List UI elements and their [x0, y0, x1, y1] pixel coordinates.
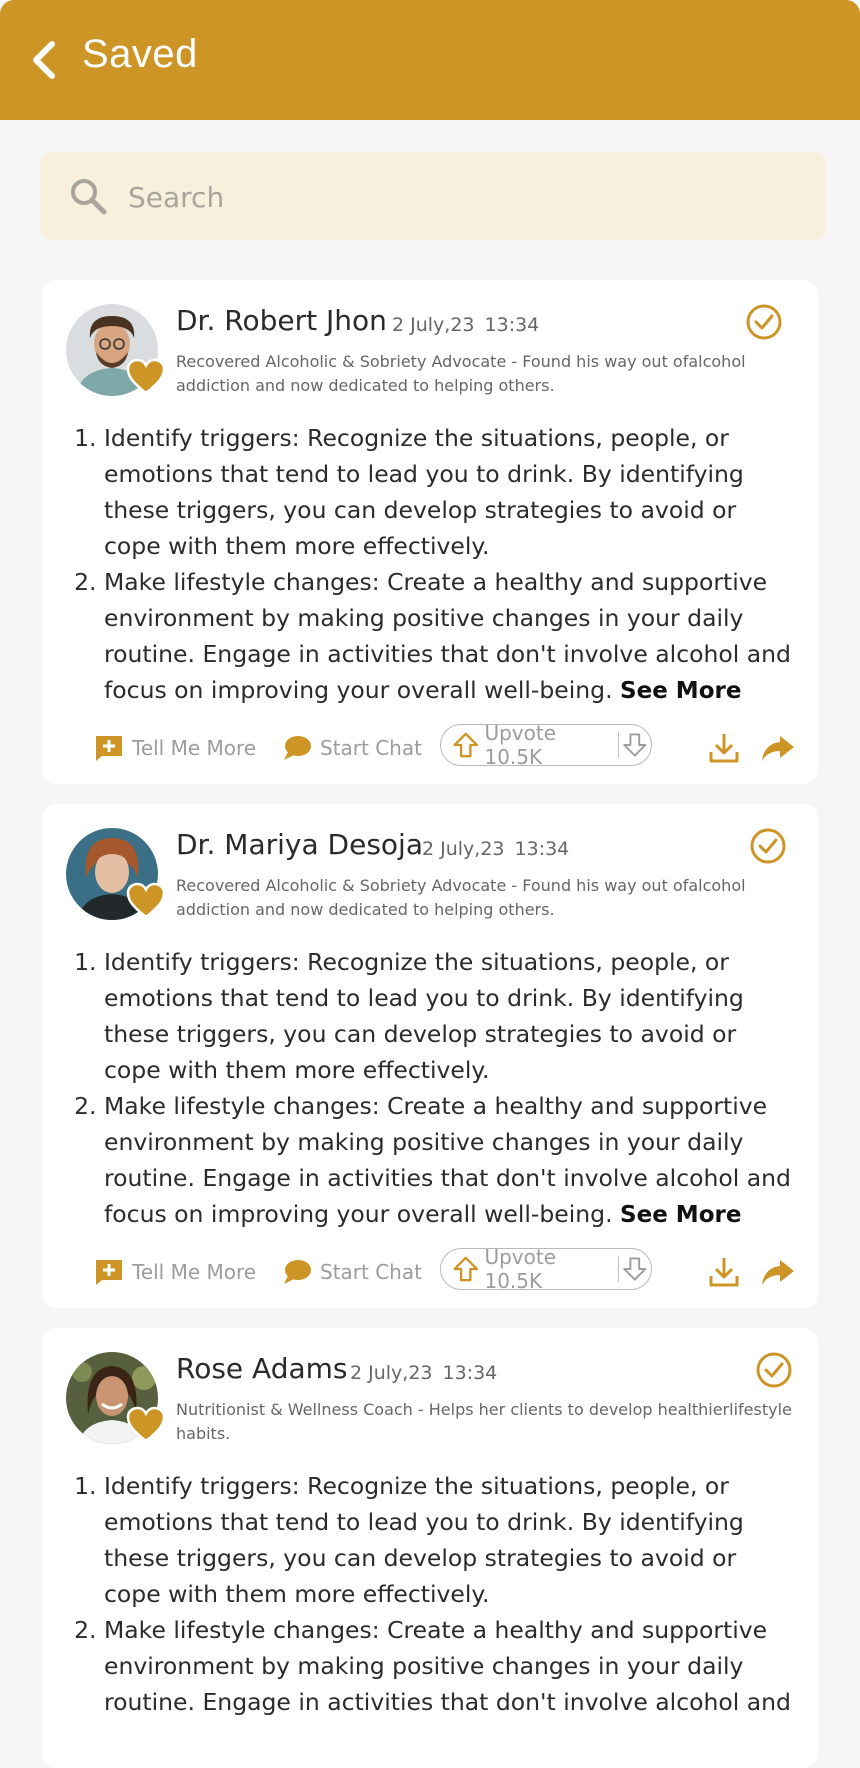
- list-item: Make lifestyle changes: Create a healthy…: [104, 564, 794, 709]
- download-icon[interactable]: [706, 730, 742, 766]
- tell-me-more-button[interactable]: Tell Me More: [94, 728, 256, 768]
- download-icon[interactable]: [706, 1254, 742, 1290]
- search-bar[interactable]: [40, 152, 826, 242]
- check-circle-icon[interactable]: [754, 1350, 794, 1390]
- tips-list: Identify triggers: Recognize the situati…: [74, 944, 794, 1233]
- arrow-up-icon[interactable]: [449, 1251, 482, 1287]
- page-title: Saved: [82, 32, 198, 76]
- post-time: 13:34: [442, 1362, 498, 1384]
- list-item: Identify triggers: Recognize the situati…: [104, 420, 794, 564]
- chevron-left-icon[interactable]: [26, 36, 66, 84]
- tell-me-more-label: Tell Me More: [132, 1260, 257, 1284]
- post-timestamp: 2 July,23 13:34: [422, 838, 579, 860]
- post-date: 2 July,23: [422, 838, 505, 860]
- search-icon: [71, 179, 107, 215]
- see-more-link[interactable]: See More: [620, 1202, 741, 1228]
- post-date: 2 July,23: [392, 314, 475, 336]
- search-input[interactable]: [126, 152, 810, 242]
- author-name[interactable]: Rose Adams: [176, 1352, 348, 1385]
- post-timestamp: 2 July,23 13:34: [350, 1362, 507, 1384]
- tips-list: Identify triggers: Recognize the situati…: [74, 1468, 794, 1720]
- app-header: Saved: [0, 0, 860, 120]
- tell-me-more-label: Tell Me More: [132, 736, 257, 760]
- post-content: Identify triggers: Recognize the situati…: [74, 944, 794, 1233]
- tell-me-more-button[interactable]: Tell Me More: [94, 1252, 256, 1292]
- post-actions: Tell Me More Start Chat Upvote 10.5K: [42, 721, 818, 772]
- post-timestamp: 2 July,23 13:34: [392, 314, 549, 336]
- start-chat-label: Start Chat: [320, 736, 422, 760]
- chat-bubble-icon: [284, 1260, 311, 1284]
- share-icon[interactable]: [760, 730, 796, 766]
- start-chat-button[interactable]: Start Chat: [282, 1252, 422, 1292]
- author-bio: Recovered Alcoholic & Sobriety Advocate …: [176, 876, 746, 919]
- author-bio: Recovered Alcoholic & Sobriety Advocate …: [176, 352, 746, 395]
- check-circle-icon[interactable]: [748, 826, 788, 866]
- heart-badge-icon: [126, 1406, 166, 1443]
- post-card: Dr. Robert Jhon 2 July,23 13:34 Recovered…: [42, 280, 818, 784]
- post-card: Dr. Mariya Desoja 2 July,23 13:34 Recover…: [42, 804, 818, 1308]
- chat-bubble-icon: [284, 736, 311, 760]
- arrow-down-icon[interactable]: [619, 1251, 651, 1287]
- start-chat-button[interactable]: Start Chat: [282, 728, 422, 768]
- author-bio: Nutritionist & Wellness Coach - Helps he…: [176, 1400, 792, 1443]
- see-more-link[interactable]: See More: [620, 678, 741, 704]
- author-name[interactable]: Dr. Mariya Desoja: [176, 828, 423, 861]
- share-icon[interactable]: [760, 1254, 796, 1290]
- list-item: Identify triggers: Recognize the situati…: [104, 944, 794, 1088]
- post-content: Identify triggers: Recognize the situati…: [74, 420, 794, 709]
- vote-control: Upvote 10.5K: [440, 721, 652, 769]
- list-item: Identify triggers: Recognize the situati…: [104, 1468, 794, 1612]
- add-comment-icon: [96, 736, 122, 761]
- arrow-up-icon[interactable]: [449, 727, 482, 763]
- upvote-count[interactable]: Upvote 10.5K: [484, 721, 610, 769]
- vote-control: Upvote 10.5K: [440, 1245, 652, 1293]
- post-time: 13:34: [484, 314, 540, 336]
- tips-list: Identify triggers: Recognize the situati…: [74, 420, 794, 709]
- check-circle-icon[interactable]: [744, 302, 784, 342]
- list-item: Make lifestyle changes: Create a healthy…: [104, 1088, 794, 1233]
- add-comment-icon: [96, 1260, 122, 1285]
- author-name[interactable]: Dr. Robert Jhon: [176, 304, 387, 337]
- post-date: 2 July,23: [350, 1362, 433, 1384]
- post-time: 13:34: [514, 838, 570, 860]
- heart-badge-icon: [126, 882, 166, 919]
- heart-badge-icon: [126, 358, 166, 395]
- post-card: Rose Adams 2 July,23 13:34 Nutritionist &…: [42, 1328, 818, 1768]
- start-chat-label: Start Chat: [320, 1260, 422, 1284]
- post-content: Identify triggers: Recognize the situati…: [74, 1468, 794, 1720]
- arrow-down-icon[interactable]: [619, 727, 651, 763]
- list-item: Make lifestyle changes: Create a healthy…: [104, 1612, 794, 1720]
- post-actions: Tell Me More Start Chat Upvote 10.5K: [42, 1245, 818, 1296]
- upvote-count[interactable]: Upvote 10.5K: [484, 1245, 610, 1293]
